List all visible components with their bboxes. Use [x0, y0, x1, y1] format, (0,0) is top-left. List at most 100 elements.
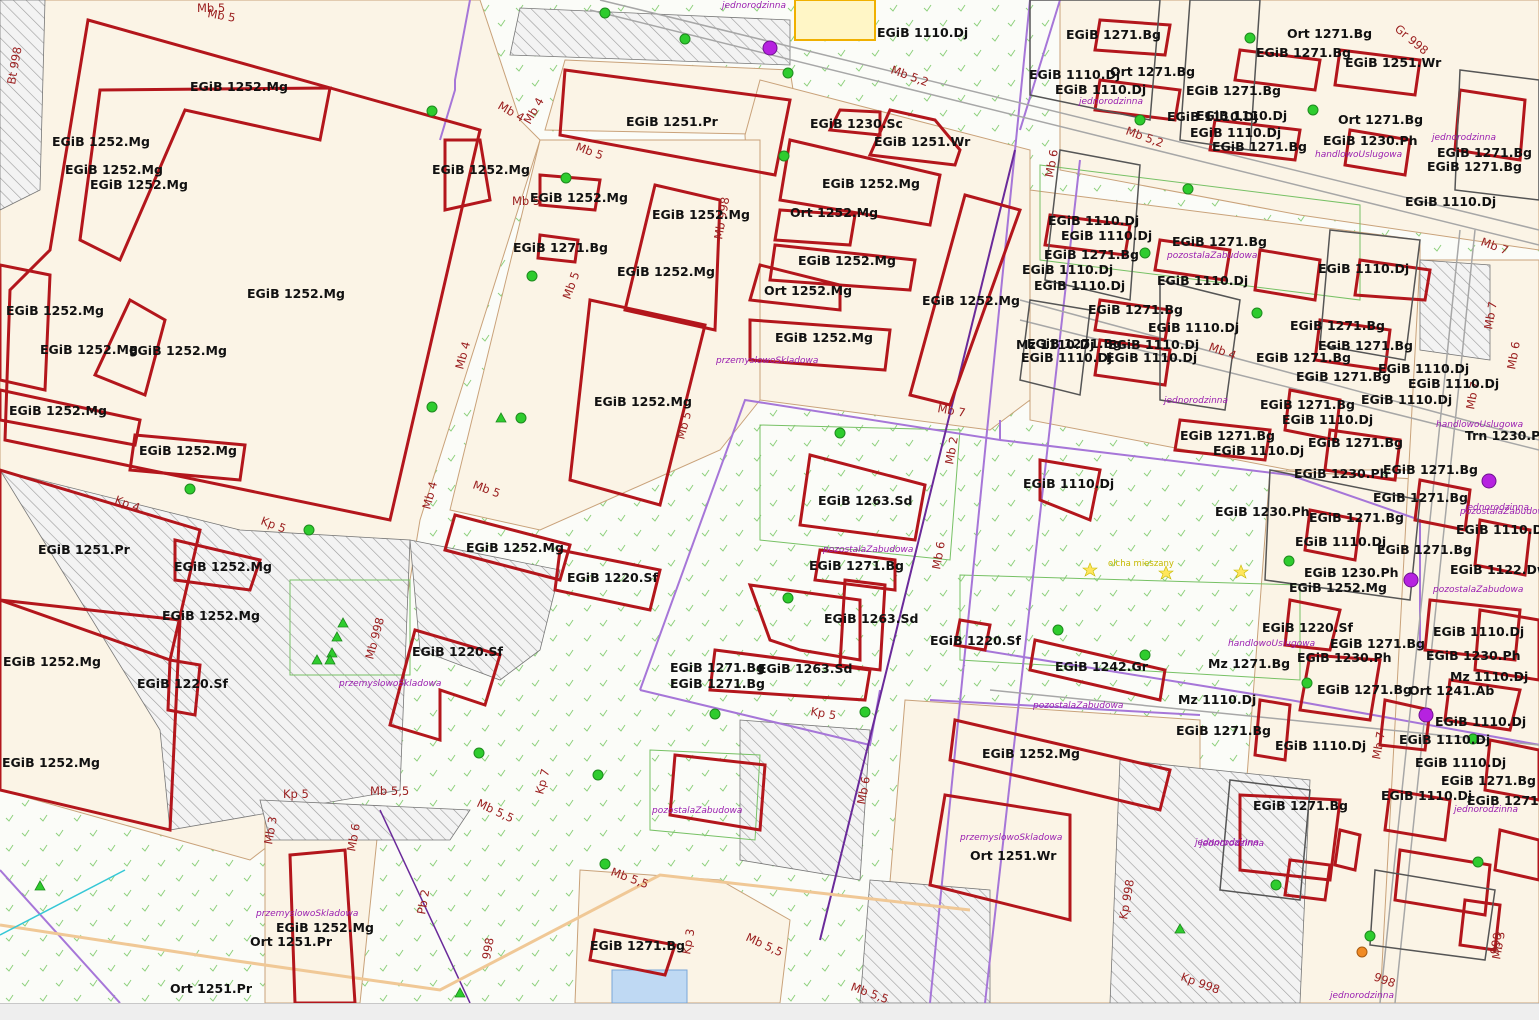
building-label: EGiB 1230.Ph — [1323, 133, 1418, 148]
building-label: EGiB 1110.Dj — [1213, 443, 1304, 458]
building-label: Ort 1252.Mg — [790, 205, 878, 220]
building-label: EGiB 1110.Dj — [1435, 714, 1526, 729]
land-use-label: jednorodzinna — [1430, 133, 1496, 143]
land-use-label: przemyslowoSkladowa — [255, 909, 358, 919]
building-label: EGiB 1110.Dj — [1405, 194, 1496, 209]
building-label: EGiB 1271.Bg — [1373, 490, 1468, 505]
building-label: EGiB 1110.Dj — [1361, 392, 1452, 407]
building-label: EGiB 1110.Dj — [1190, 125, 1281, 140]
land-use-label: jednorodzinna — [1077, 97, 1143, 107]
building-label: EGiB 1110.Dj — [1456, 522, 1539, 537]
building-label: EGiB 1252.Mg — [530, 190, 628, 205]
building-label: EGiB 1252.Mg — [594, 394, 692, 409]
building-label: EGiB 1252.Mg — [40, 342, 138, 357]
building-label: Ort 1251.Pr — [250, 934, 333, 949]
building-label: Ort 1251.Pr — [170, 981, 253, 996]
building-label: EGiB 1110.Dj — [1399, 732, 1490, 747]
land-use-label: jednorodzinna — [1162, 396, 1228, 406]
map-canvas[interactable]: przemyslowoSkladowa pozostalaZabudowa pozo… — [0, 0, 1539, 1003]
building-label: Mz 1110.Dj — [1178, 692, 1256, 707]
building-label: EGiB 1252.Mg — [276, 920, 374, 935]
building-label: EGiB 1110.Dj — [1029, 67, 1120, 82]
status-bar — [0, 1003, 1539, 1020]
building-label: EGiB 1230.Ph — [1297, 650, 1392, 665]
building-label: EGiB 1110.Dj — [1148, 320, 1239, 335]
building-label: EGiB 1271.Bg — [1212, 139, 1307, 154]
building-label: EGiB 1252.Mg — [822, 176, 920, 191]
building-label: EGiB 1271.Bg — [1180, 428, 1275, 443]
building-label: EGiB 1271.Bg — [1256, 45, 1351, 60]
land-use-label: przemyslowoSkladowa — [959, 833, 1062, 843]
building-label: EGiB 1110.Dj — [1295, 534, 1386, 549]
land-use-label: pozostalaZabudowa — [651, 806, 742, 816]
building-label: EGiB 1110.Dj — [1408, 376, 1499, 391]
building-label: EGiB 1110.Dj — [877, 25, 968, 40]
building-label: EGiB 1220.Sf — [412, 644, 504, 659]
building-label: EGiB 1271.Bg — [1330, 636, 1425, 651]
building-label: Ort 1271.Bg — [1110, 64, 1195, 79]
building-label: EGiB 1110.Dj — [1157, 273, 1248, 288]
building-label: EGiB 1110.Dj — [1433, 624, 1524, 639]
building-label: EGiB 1252.Mg — [775, 330, 873, 345]
building-label: EGiB 1271.Bg — [1317, 682, 1412, 697]
building-label: EGiB 1252.Mg — [174, 559, 272, 574]
building-label: EGiB 1271.Bg — [1176, 723, 1271, 738]
building-label: EGiB 1263.Sd — [758, 661, 852, 676]
building-label: EGiB 1220.Sf — [930, 633, 1022, 648]
building-label: EGiB 1271.Bg — [1172, 234, 1267, 249]
building-label: EGiB 1271.Bg — [1044, 247, 1139, 262]
building-label: EGiB 1251.Pr — [38, 542, 131, 557]
building-label: EGiB 1271.Bg — [670, 676, 765, 691]
vegetation-note: olcha mieszany — [1108, 559, 1174, 569]
building-label: EGiB 1252.Mg — [798, 253, 896, 268]
building-label: EGiB 1252.Mg — [190, 79, 288, 94]
building-label: Ort 1241.Ab — [1409, 683, 1494, 698]
building-label: EGiB 1271.Bg — [1377, 542, 1472, 557]
top-label: jednorodzinna — [720, 1, 786, 11]
building-label: EGiB 1220.Sf — [567, 570, 659, 585]
building-label: EGiB 1110.Dj — [1022, 262, 1113, 277]
building-label: EGiB 1110.Dj — [1378, 361, 1469, 376]
building-label: EGiB 1271.Bg — [1441, 773, 1536, 788]
building-label: EGiB 1110.Dj — [1275, 738, 1366, 753]
land-use-label: handlowoUslugowa — [1228, 639, 1315, 649]
building-label: EGiB 1271.Bg — [1066, 27, 1161, 42]
building-label: EGiB 1110.Dj — [1415, 755, 1506, 770]
building-label: EGiB 1252.Mg — [52, 134, 150, 149]
building-label: EGiB 1230.Ph — [1294, 466, 1389, 481]
building-label: EGiB 1271.Bg — [1296, 369, 1391, 384]
land-use-label: pozostalaZabudowa — [1032, 701, 1123, 711]
building-label: EGiB 1271.Bg — [1309, 510, 1404, 525]
building-label: EGiB 1271.Bg — [513, 240, 608, 255]
building-label: EGiB 1252.Mg — [466, 540, 564, 555]
building-label: Ort 1251.Wr — [970, 848, 1057, 863]
building-label: EGiB 1271.Bg — [1256, 350, 1351, 365]
building-label: EGiB 1110.Dj — [1021, 350, 1112, 365]
road-label: Kp 5 — [283, 787, 309, 801]
building-label: EGiB 1110.Dj — [1061, 228, 1152, 243]
building-label: EGiB 1110.Dj — [1023, 476, 1114, 491]
building-label: Trn 1230.Ph — [1465, 428, 1539, 443]
building-label: EGiB 1110.Dj — [1318, 261, 1409, 276]
building-label: Mz 1110.Dj — [1450, 669, 1528, 684]
land-use-label: handlowoUslugowa — [1315, 150, 1402, 160]
building-label: EGiB 1252.Mg — [162, 608, 260, 623]
building-label: EGiB 1271.Bg — [1427, 159, 1522, 174]
building-label: EGiB 1110.Dj — [1381, 788, 1472, 803]
building-label: EGiB 1271.Bg — [1260, 397, 1355, 412]
building-label: EGiB 1263.Sd — [824, 611, 918, 626]
yellow-plot — [794, 0, 876, 41]
land-use-label: pozostalaZabudowa — [822, 545, 913, 555]
building-label: EGiB 1271.Bg — [1253, 798, 1348, 813]
land-use-label: pozostalaZabudowa — [1432, 585, 1523, 595]
map-svg: przemyslowoSkladowa pozostalaZabudowa pozo… — [0, 0, 1539, 1003]
building-label: EGiB 1230.Ph — [1215, 504, 1310, 519]
water-patch — [611, 969, 688, 1003]
building-label: EGiB 1252.Mg — [982, 746, 1080, 761]
orange-marker — [1356, 946, 1368, 958]
land-use-label: pozostalaZabudowa — [1166, 251, 1257, 261]
building-label: EGiB 1252.Mg — [139, 443, 237, 458]
building-label: EGiB 1252.Mg — [2, 755, 100, 770]
building-label: EGiB 1110.Dj — [1034, 278, 1125, 293]
building-label: EGiB 1252.Mg — [9, 403, 107, 418]
